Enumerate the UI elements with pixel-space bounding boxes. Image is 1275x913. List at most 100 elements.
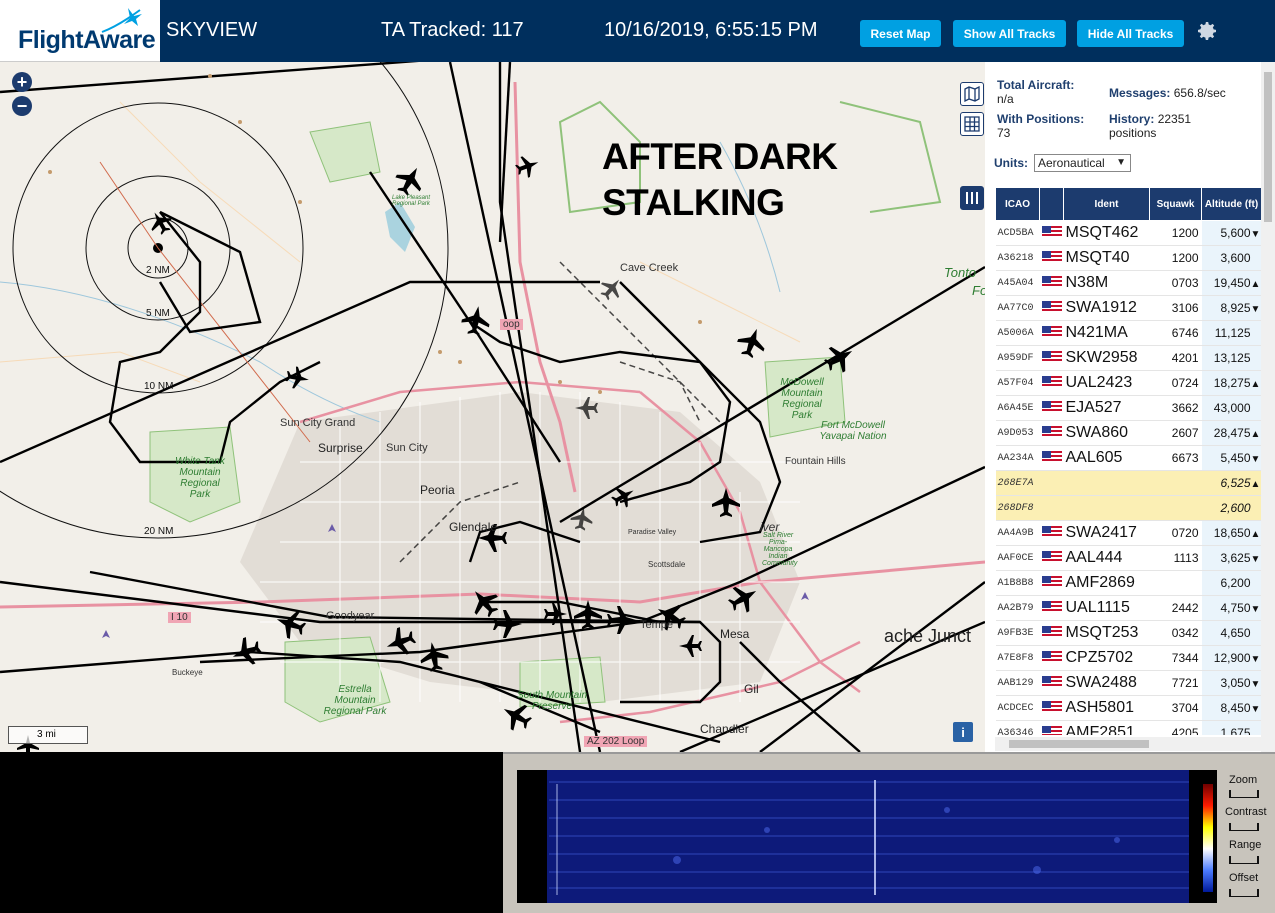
table-row[interactable]: AA2B79 UAL1115 2442 4,750▼ [995,595,1261,621]
with-positions-stat: With Positions: 73 [997,112,1084,140]
altitude-cell: 6,525▲ [1201,470,1261,496]
arrow-down-icon: ▼ [1250,654,1261,665]
arrow-down-icon: ▼ [1250,604,1261,615]
zoom-in-button[interactable]: + [12,72,32,92]
map-layers-button[interactable] [960,82,984,106]
altitude-cell: 13,125 [1201,345,1261,371]
table-row[interactable]: A36346 AMF2851 4205 1,675 [995,720,1261,735]
skyview-app: FlightAware SKYVIEW TA Tracked: 117 10/1… [0,0,1275,913]
icao-cell: ACD5BA [995,220,1040,246]
column-header-ident[interactable]: Ident [1063,187,1150,221]
squawk-cell: 1200 [1149,245,1202,271]
table-row[interactable]: A9FB3E MSQT253 0342 4,650 [995,620,1261,646]
table-row[interactable]: AAB129 SWA2488 7721 3,050▼ [995,670,1261,696]
flag-cell [1039,495,1064,521]
us-flag-icon [1041,250,1062,263]
squawk-cell: 4201 [1149,345,1202,371]
messages-label: Messages: [1109,86,1171,100]
table-row[interactable]: A45A04 N38M 0703 19,450▲ [995,270,1261,296]
altitude-cell: 5,600▼ [1201,220,1261,246]
icao-cell: AA234A [995,445,1040,471]
table-row[interactable]: A9D053 SWA860 2607 28,475▲ [995,420,1261,446]
us-flag-icon [1041,350,1062,363]
app-title: SKYVIEW [166,19,258,41]
icao-cell: ACDCEC [995,695,1040,721]
panel-horizontal-scrollbar[interactable] [995,737,1261,751]
squawk-cell: 0724 [1149,370,1202,396]
label-south-mountain: South Mountain Preserve [516,690,588,712]
icao-cell: A9D053 [995,420,1040,446]
contrast-slider[interactable] [1229,823,1259,831]
column-header-altitude[interactable]: Altitude (ft) [1201,187,1261,221]
gear-icon[interactable] [1195,19,1219,43]
table-row[interactable]: ACD5BA MSQT462 1200 5,600▼ [995,220,1261,246]
flag-cell [1039,595,1064,621]
table-row[interactable]: A7E8F8 CPZ5702 7344 12,900▼ [995,645,1261,671]
table-header-row: ICAO Ident Squawk Altitude (ft) [995,187,1261,221]
table-row[interactable]: AA234A AAL605 6673 5,450▼ [995,445,1261,471]
label-mesa: Mesa [720,627,750,641]
altitude-value: 18,275 [1213,376,1251,390]
table-row[interactable]: A6A45E EJA527 3662 43,000 [995,395,1261,421]
show-all-tracks-button[interactable]: Show All Tracks [953,20,1066,47]
table-row[interactable]: A1B8B8 AMF2869 6,200 [995,570,1261,596]
icao-cell: AAF0CE [995,545,1040,571]
columns-toggle-button[interactable] [960,186,984,210]
waterfall-spectrogram[interactable] [517,770,1217,903]
table-row[interactable]: ACDCEC ASH5801 3704 8,450▼ [995,695,1261,721]
flag-cell [1039,645,1064,671]
altitude-cell: 6,200 [1201,570,1261,596]
table-row[interactable]: AA77C0 SWA1912 3106 8,925▼ [995,295,1261,321]
ident-cell: SWA2488 [1063,670,1150,696]
arrow-up-icon: ▲ [1250,379,1261,390]
reset-map-button[interactable]: Reset Map [860,20,941,47]
squawk-cell: 0703 [1149,270,1202,296]
grid-overlay-button[interactable] [960,112,984,136]
hide-all-tracks-button[interactable]: Hide All Tracks [1077,20,1184,47]
column-header-flag[interactable] [1039,187,1064,221]
range-slider[interactable] [1229,856,1259,864]
aircraft-panel: Total Aircraft: n/a Messages: 656.8/sec … [985,62,1275,752]
zoom-out-button[interactable]: − [12,96,32,116]
altitude-cell: 8,925▼ [1201,295,1261,321]
icao-cell: A57F04 [995,370,1040,396]
scrollbar-thumb[interactable] [1264,72,1272,222]
icao-cell: AA77C0 [995,295,1040,321]
table-row[interactable]: A5006A N421MA 6746 11,125 [995,320,1261,346]
map-view[interactable]: AFTER DARK STALKING 2 NM 5 NM 10 NM 20 N… [0,62,985,752]
overlay-title-line1: AFTER DARK [602,136,838,177]
table-row[interactable]: 268DF8 2,600 [995,495,1261,521]
ident-cell: SWA2417 [1063,520,1150,546]
altitude-value: 28,475 [1213,426,1251,440]
panel-vertical-scrollbar[interactable] [1261,62,1275,752]
zoom-slider[interactable] [1229,790,1259,798]
aircraft-table-container[interactable]: ICAO Ident Squawk Altitude (ft) ACD5BA MS… [995,187,1261,735]
label-cave-creek: Cave Creek [620,262,679,274]
label-az202: AZ 202 Loop [584,736,648,747]
squawk-cell: 1200 [1149,220,1202,246]
table-row[interactable]: 268E7A 6,525▲ [995,470,1261,496]
squawk-cell: 2607 [1149,420,1202,446]
offset-slider[interactable] [1229,889,1259,897]
altitude-value: 12,900 [1213,651,1251,665]
scrollbar-thumb[interactable] [1009,740,1149,748]
table-row[interactable]: A959DF SKW2958 4201 13,125 [995,345,1261,371]
icao-cell: A6A45E [995,395,1040,421]
flag-cell [1039,270,1064,296]
table-row[interactable]: AA4A9B SWA2417 0720 18,650▲ [995,520,1261,546]
altitude-cell: 5,450▼ [1201,445,1261,471]
ident-cell: CPZ5702 [1063,645,1150,671]
ident-cell: AAL605 [1063,445,1150,471]
flightaware-logo[interactable]: FlightAware [0,0,160,62]
table-row[interactable]: AAF0CE AAL444 1113 3,625▼ [995,545,1261,571]
table-row[interactable]: A36218 MSQT40 1200 3,600 [995,245,1261,271]
column-header-icao[interactable]: ICAO [995,187,1040,221]
history-value: 22351 [1157,112,1192,126]
contrast-label: Contrast [1225,806,1267,818]
units-select[interactable]: Aeronautical ▼ [1034,154,1131,172]
table-row[interactable]: A57F04 UAL2423 0724 18,275▲ [995,370,1261,396]
label-fountain-hills: Fountain Hills [785,456,846,467]
waterfall-panel: Zoom Contrast Range Offset [503,752,1275,913]
map-info-button[interactable]: i [953,722,973,742]
column-header-squawk[interactable]: Squawk [1149,187,1202,221]
